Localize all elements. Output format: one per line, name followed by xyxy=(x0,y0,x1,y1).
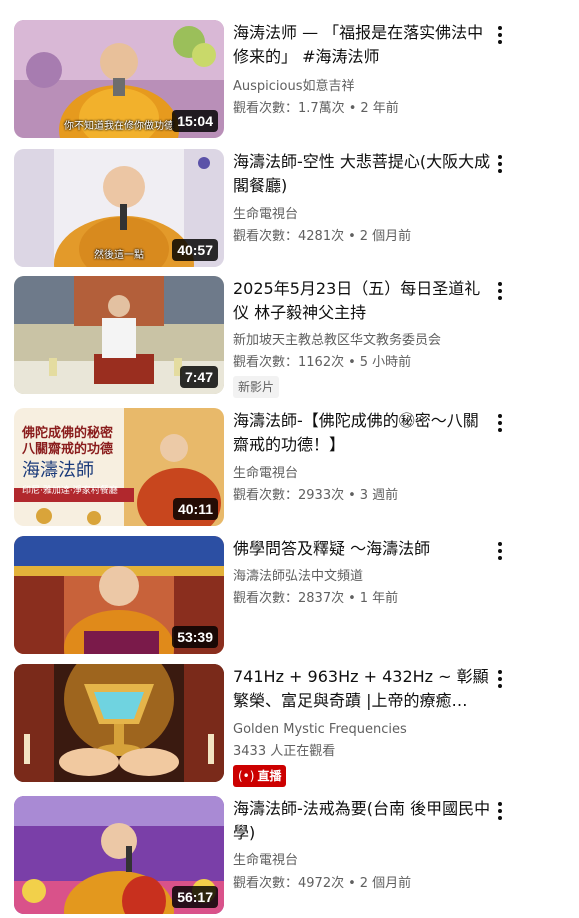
more-options-icon[interactable] xyxy=(490,798,510,824)
duration-badge: 40:57 xyxy=(172,239,218,261)
video-item[interactable]: 7:47 2025年5月23日（五）每日圣道礼仪 林子毅神父主持 新加坡天主教总… xyxy=(0,276,579,398)
video-meta: 觀看次數：4281次 • 2 個月前 xyxy=(233,228,523,246)
video-title[interactable]: 佛學問答及釋疑 〜海濤法師 xyxy=(233,537,491,561)
more-options-icon[interactable] xyxy=(490,151,510,177)
channel-name[interactable]: 海濤法師弘法中文頻道 xyxy=(233,568,523,586)
separator-dot: • xyxy=(348,229,356,244)
thumbnail-headline: 八關齋戒的功德 xyxy=(22,442,114,457)
video-thumbnail[interactable]: 然後這一點 40:57 xyxy=(14,149,224,267)
view-count: 觀看次數：1.7萬次 xyxy=(233,101,345,116)
view-count: 觀看次數：2933次 xyxy=(233,488,345,503)
video-meta: 觀看次數：1162次 • 5 小時前 xyxy=(233,354,523,372)
duration-badge: 56:17 xyxy=(172,886,218,908)
video-thumbnail[interactable]: 你不知道我在修你做功德 15:04 xyxy=(14,20,224,138)
thumbnail-headline: 佛陀成佛的秘密 xyxy=(22,426,114,441)
live-broadcast-icon: (•) xyxy=(238,769,255,783)
more-options-icon[interactable] xyxy=(490,666,510,692)
more-options-icon[interactable] xyxy=(490,278,510,304)
video-title[interactable]: 海涛法师 — 「福报是在落实佛法中修来的」 #海涛法师 xyxy=(233,21,491,69)
video-item[interactable]: 56:17 海濤法師-法戒為要(台南 後甲國民中學) 生命電視台 觀看次數：49… xyxy=(0,796,579,918)
separator-dot: • xyxy=(348,591,356,606)
video-item[interactable]: 然後這一點 40:57 海濤法師-空性 大悲菩提心(大阪大成閣餐廳) 生命電視台… xyxy=(0,149,579,271)
upload-age: 2 年前 xyxy=(360,101,399,116)
video-meta: 觀看次數：1.7萬次 • 2 年前 xyxy=(233,100,523,118)
view-count: 觀看次數：4972次 xyxy=(233,876,345,891)
channel-name[interactable]: 新加坡天主教总教区华文教务委员会 xyxy=(233,332,523,350)
video-item[interactable]: 佛陀成佛的秘密 八關齋戒的功德 海濤法師 印尼‧雅加達‧淨家村餐廳 40:11 … xyxy=(0,408,579,530)
video-title[interactable]: 海濤法師-法戒為要(台南 後甲國民中學) xyxy=(233,797,491,845)
video-thumbnail[interactable]: 56:17 xyxy=(14,796,224,914)
video-item[interactable]: 741Hz + 963Hz + 432Hz ~ 彰顯繁榮、富足與奇蹟 |上帝的療… xyxy=(0,664,579,787)
video-title[interactable]: 海濤法師-【佛陀成佛的㊙密～八關齋戒的功德！】 xyxy=(233,409,491,457)
duration-badge: 53:39 xyxy=(172,626,218,648)
duration-badge: 40:11 xyxy=(172,498,218,520)
new-video-badge: 新影片 xyxy=(233,376,280,398)
channel-name[interactable]: 生命電視台 xyxy=(233,206,523,224)
live-badge-label: 直播 xyxy=(257,769,282,783)
video-thumbnail[interactable] xyxy=(14,664,224,782)
video-meta: 觀看次數：2837次 • 1 年前 xyxy=(233,590,523,608)
video-thumbnail[interactable]: 佛陀成佛的秘密 八關齋戒的功德 海濤法師 印尼‧雅加達‧淨家村餐廳 40:11 xyxy=(14,408,224,526)
channel-name[interactable]: Golden Mystic Frequencies xyxy=(233,721,523,739)
video-item[interactable]: 53:39 佛學問答及釋疑 〜海濤法師 海濤法師弘法中文頻道 觀看次數：2837… xyxy=(0,536,579,658)
view-count: 觀看次數：2837次 xyxy=(233,591,345,606)
video-title[interactable]: 741Hz + 963Hz + 432Hz ~ 彰顯繁榮、富足與奇蹟 |上帝的療… xyxy=(233,665,491,713)
video-meta: 3433 人正在觀看 xyxy=(233,743,523,761)
more-options-icon[interactable] xyxy=(490,22,510,48)
channel-name[interactable]: 生命電視台 xyxy=(233,465,523,483)
video-title[interactable]: 2025年5月23日（五）每日圣道礼仪 林子毅神父主持 xyxy=(233,277,491,325)
video-meta: 觀看次數：2933次 • 3 週前 xyxy=(233,487,523,505)
separator-dot: • xyxy=(348,101,357,116)
video-thumbnail[interactable]: 7:47 xyxy=(14,276,224,394)
video-thumbnail[interactable]: 53:39 xyxy=(14,536,224,654)
duration-badge: 15:04 xyxy=(172,110,218,132)
upload-age: 2 個月前 xyxy=(359,876,412,891)
live-viewer-count: 3433 人正在觀看 xyxy=(233,744,336,759)
live-badge: (•) 直播 xyxy=(233,765,287,787)
video-list: 你不知道我在修你做功德 15:04 海涛法师 — 「福报是在落实佛法中修来的」 … xyxy=(0,0,579,918)
channel-name[interactable]: 生命電視台 xyxy=(233,852,523,870)
separator-dot: • xyxy=(348,876,356,891)
separator-dot: • xyxy=(348,488,356,503)
thumbnail-headline: 海濤法師 xyxy=(22,460,94,481)
more-options-icon[interactable] xyxy=(490,410,510,436)
view-count: 觀看次數：1162次 xyxy=(233,355,345,370)
more-options-icon[interactable] xyxy=(490,538,510,564)
upload-age: 1 年前 xyxy=(359,591,399,606)
channel-name[interactable]: Auspicious如意吉祥 xyxy=(233,78,523,96)
view-count: 觀看次數：4281次 xyxy=(233,229,345,244)
separator-dot: • xyxy=(348,355,356,370)
video-meta: 觀看次數：4972次 • 2 個月前 xyxy=(233,875,523,893)
video-title[interactable]: 海濤法師-空性 大悲菩提心(大阪大成閣餐廳) xyxy=(233,150,491,198)
upload-age: 5 小時前 xyxy=(359,355,412,370)
upload-age: 2 個月前 xyxy=(359,229,412,244)
video-item[interactable]: 你不知道我在修你做功德 15:04 海涛法师 — 「福报是在落实佛法中修来的」 … xyxy=(0,20,579,142)
upload-age: 3 週前 xyxy=(359,488,399,503)
duration-badge: 7:47 xyxy=(179,366,218,388)
thumbnail-subline: 印尼‧雅加達‧淨家村餐廳 xyxy=(22,486,118,496)
